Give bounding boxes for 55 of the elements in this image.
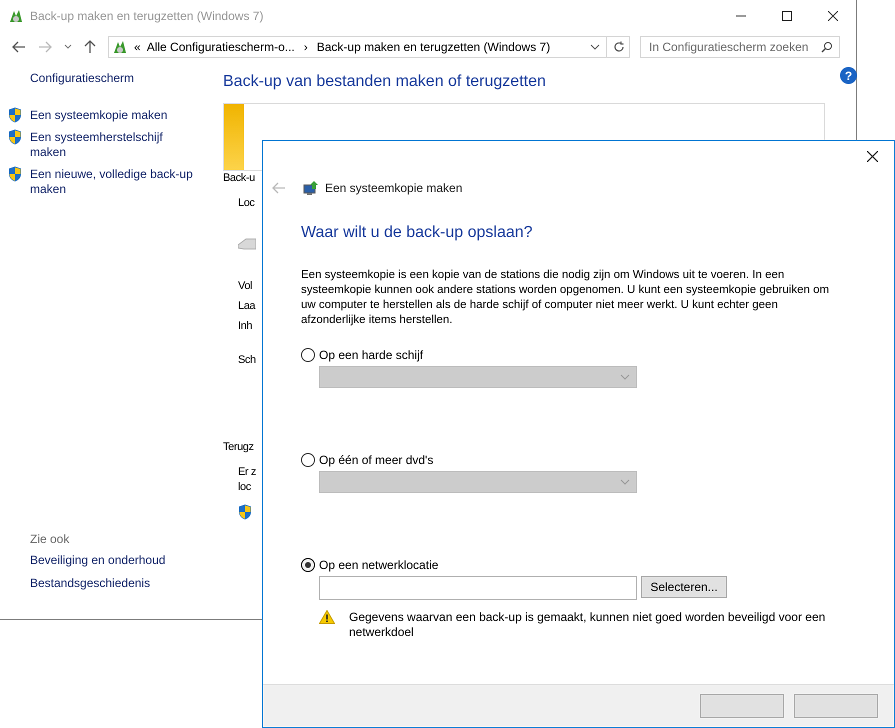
description-text: Een systeemkopie is een kopie van de stations die nodig zijn om Windows uit te voeren. In een systeemkopie kunnen ook andere stations worden opgenomen. U kunt een systeemkopie gebruiken om uw computer te herstellen als de harde schijf of computer niet meer werkt. U kunt echter geen afzonderlijke items herstellen. xyxy=(301,268,830,328)
overflow-chevrons[interactable]: « xyxy=(134,40,141,54)
field-label: Sch xyxy=(238,353,256,368)
radio-button[interactable] xyxy=(301,348,315,362)
drive-icon xyxy=(238,236,256,252)
chevron-down-icon[interactable] xyxy=(590,44,600,50)
chevron-down-icon xyxy=(620,479,630,485)
warning-text: Gegevens waarvan een back-up is gemaakt, kunnen niet goed worden beveiligd voor een netwerkdoel xyxy=(349,610,826,640)
radio-button[interactable] xyxy=(301,453,315,467)
up-arrow-icon[interactable] xyxy=(84,40,96,54)
see-also-link[interactable]: Beveiliging en onderhoud xyxy=(30,553,227,568)
back-arrow-icon[interactable] xyxy=(12,41,26,53)
shield-icon xyxy=(238,504,252,520)
section-heading: Terugz xyxy=(223,440,254,455)
page-heading: Back-up van bestanden maken of terugzetten xyxy=(223,73,546,91)
shield-icon xyxy=(8,129,22,145)
maximize-icon[interactable] xyxy=(782,11,792,21)
shield-icon xyxy=(8,166,22,182)
radio-option[interactable]: Op een netwerklocatie xyxy=(301,558,438,572)
task-link[interactable]: Een systeemkopie maken xyxy=(30,108,168,123)
see-also-link[interactable]: Bestandsgeschiedenis xyxy=(30,576,227,591)
status-text: Er z loc xyxy=(238,465,256,495)
chevron-down-icon[interactable] xyxy=(64,44,72,50)
search-icon xyxy=(821,41,833,53)
field-label: Laa xyxy=(238,299,256,314)
field-label: Vol xyxy=(238,279,252,294)
close-icon[interactable] xyxy=(867,151,878,162)
radio-button[interactable] xyxy=(301,558,315,572)
address-bar[interactable]: « Alle Configuratiescherm-o... › Back-up maken en terugzetten (Windows 7) xyxy=(108,36,630,58)
backup-app-icon xyxy=(8,8,24,24)
task-link[interactable]: Een systeemherstelschijf maken xyxy=(30,130,198,160)
field-label: Inh xyxy=(238,319,252,334)
shield-icon xyxy=(8,107,22,123)
window-title: Back-up maken en terugzetten (Windows 7) xyxy=(30,9,264,23)
close-icon[interactable] xyxy=(828,11,838,21)
dialog-heading: Waar wilt u de back-up opslaan? xyxy=(301,224,533,242)
breadcrumb-item[interactable]: Alle Configuratiescherm-o... xyxy=(146,40,295,54)
breadcrumb-separator: › xyxy=(304,40,308,54)
refresh-icon[interactable] xyxy=(613,41,625,53)
see-also-heading: Zie ook xyxy=(30,532,70,546)
network-path-field[interactable] xyxy=(319,576,637,600)
backup-app-icon xyxy=(112,39,128,55)
select-button[interactable]: Selecteren... xyxy=(641,576,727,598)
section-heading: Back-u xyxy=(223,171,255,186)
radio-option[interactable]: Op één of meer dvd's xyxy=(301,453,434,467)
field-label: Loc xyxy=(238,196,255,211)
task-link[interactable]: Een nieuwe, volledige back-up maken xyxy=(30,167,198,197)
warning-icon xyxy=(319,610,335,624)
breadcrumb-item[interactable]: Back-up maken en terugzetten (Windows 7) xyxy=(316,40,550,54)
help-button[interactable]: ? xyxy=(840,67,857,84)
chevron-down-icon xyxy=(620,374,630,380)
dialog-title: Een systeemkopie maken xyxy=(325,181,462,195)
computer-backup-icon xyxy=(303,180,319,196)
radio-option[interactable]: Op een harde schijf xyxy=(301,348,424,362)
search-field[interactable]: In Configuratiescherm zoeken xyxy=(640,36,840,58)
